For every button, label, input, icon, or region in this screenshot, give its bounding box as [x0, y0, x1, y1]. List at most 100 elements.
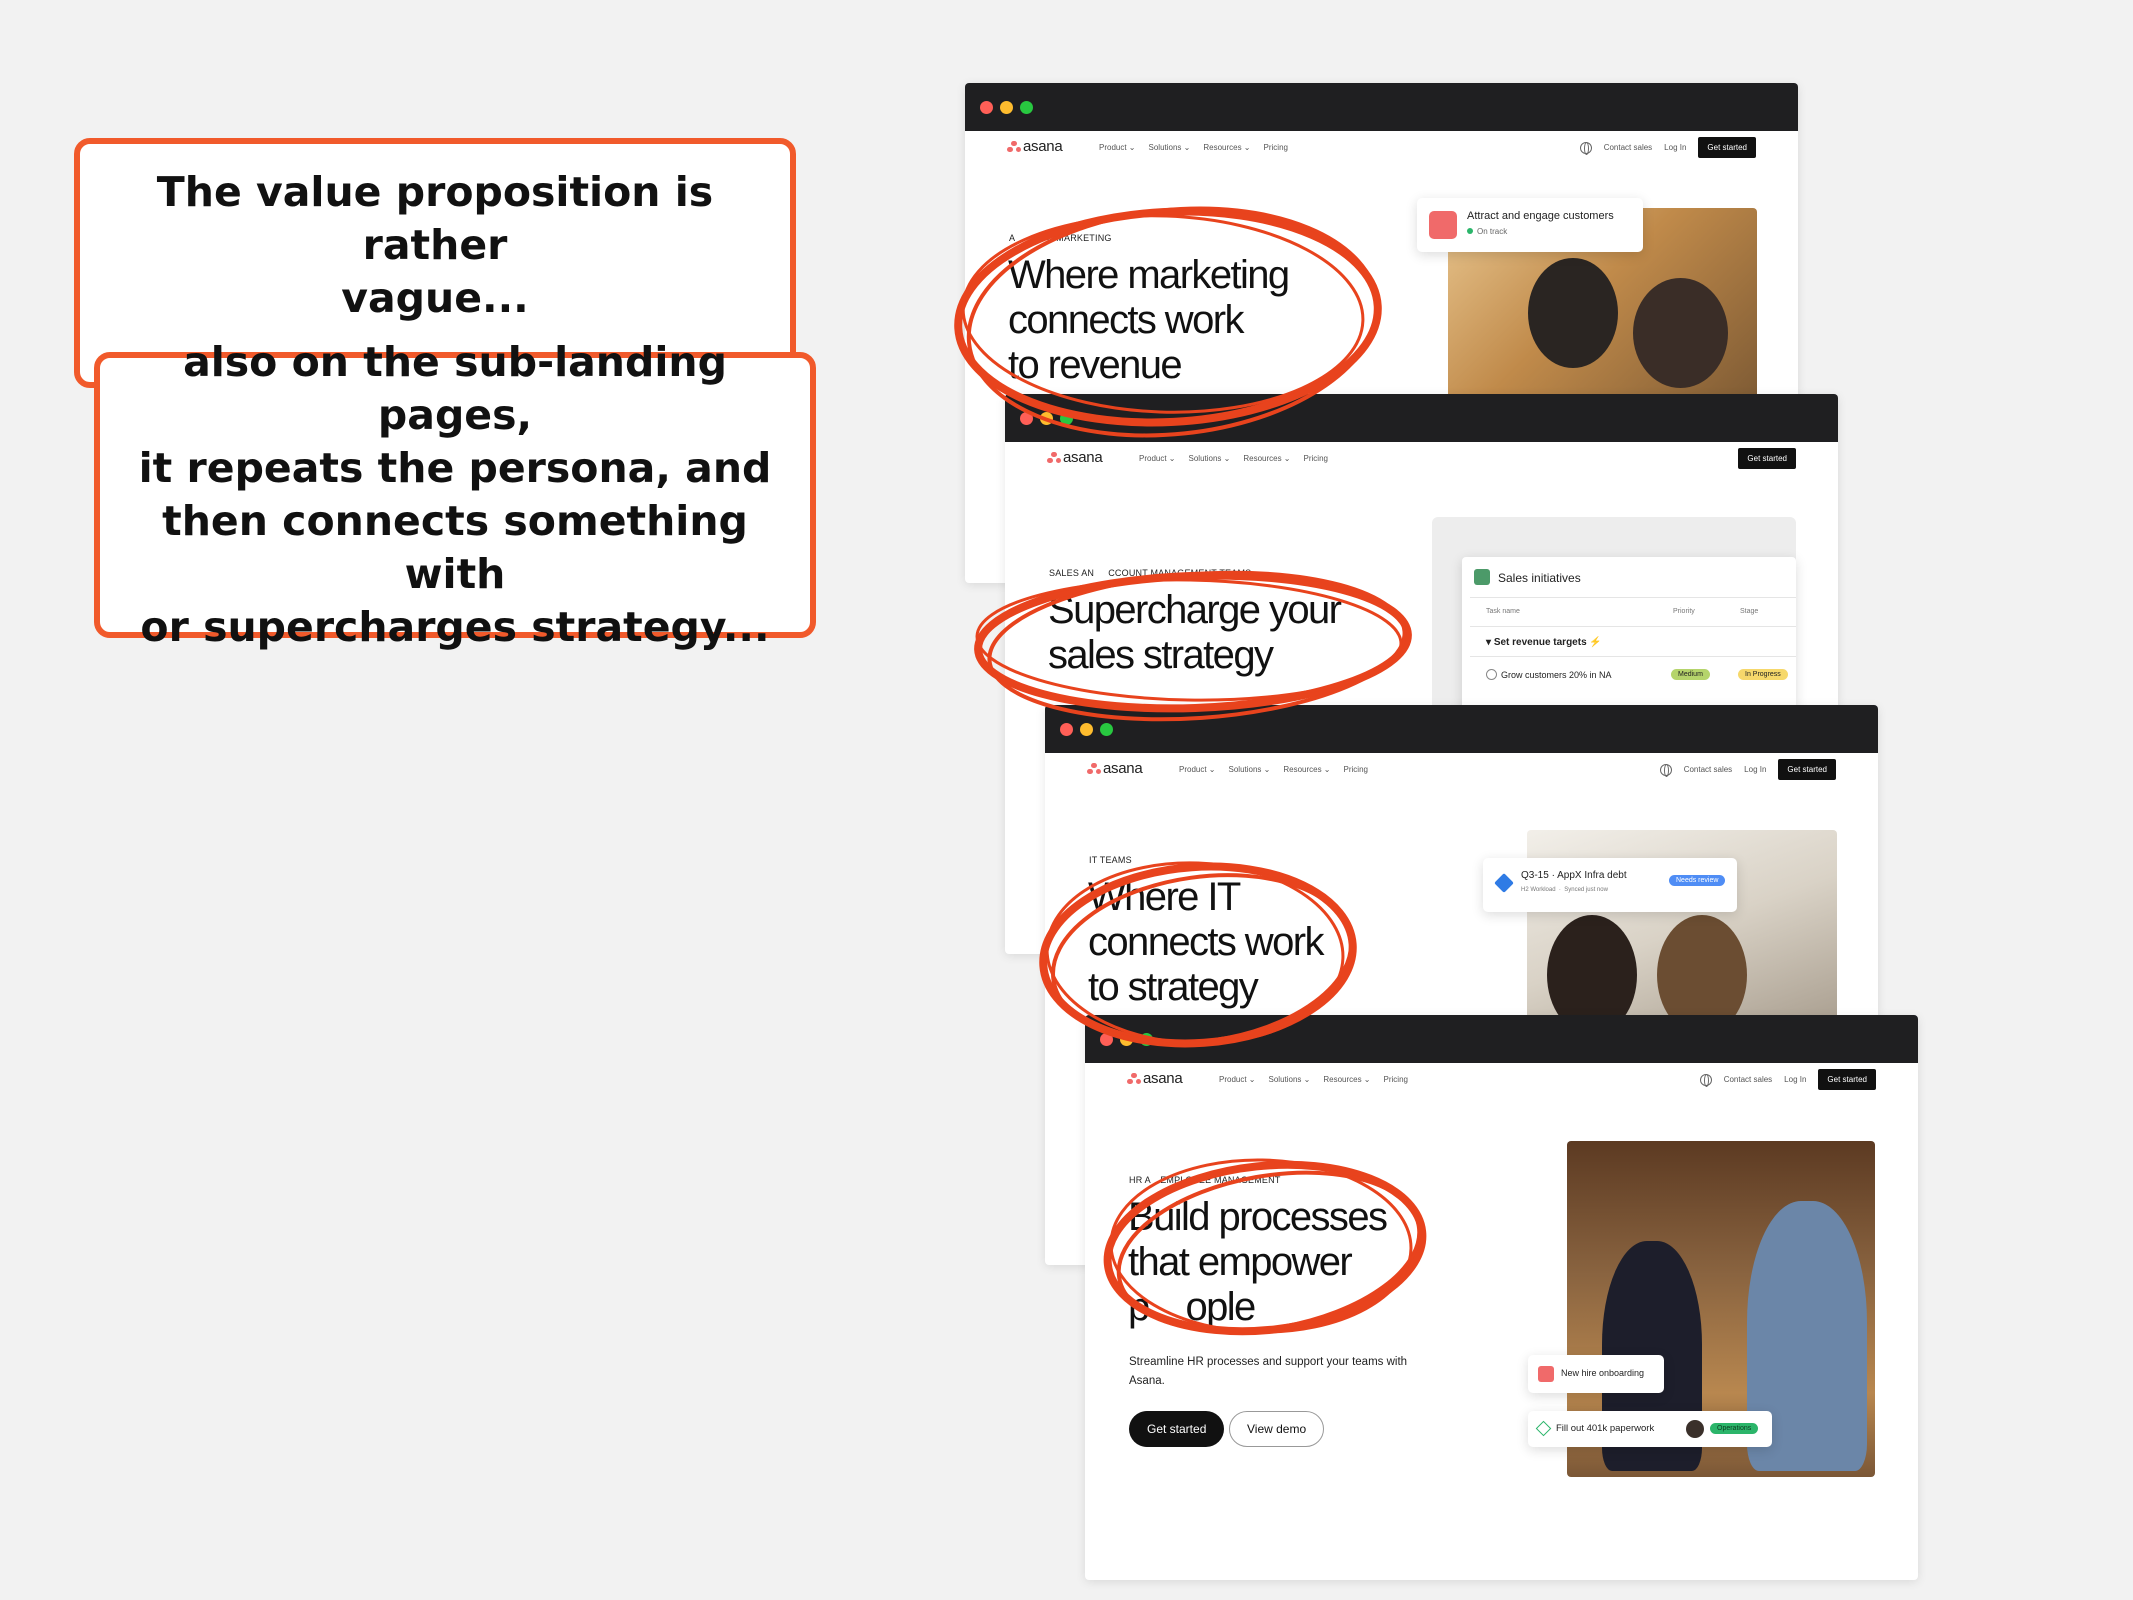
globe-icon[interactable]: [1579, 141, 1592, 155]
callout-line: it repeats the persona, and: [138, 444, 772, 492]
diamond-check-icon[interactable]: [1535, 1420, 1552, 1437]
divider: [1470, 597, 1796, 598]
card-title: Q3-15 · AppX Infra debt: [1521, 870, 1627, 881]
person-silhouette: [1547, 915, 1637, 1030]
headline-line: connects work: [1088, 920, 1324, 964]
column-header: Priority: [1673, 608, 1695, 615]
asana-logo-icon: [1007, 140, 1021, 153]
get-started-button[interactable]: Get started: [1698, 137, 1756, 158]
eyebrow: IT TEAMS: [1089, 855, 1132, 865]
cta-get-started-button[interactable]: Get started: [1129, 1411, 1225, 1447]
close-dot-icon[interactable]: [980, 101, 993, 114]
minimize-dot-icon[interactable]: [1000, 101, 1013, 114]
jira-card: Q3-15 · AppX Infra debt H2 Workload · Sy…: [1483, 858, 1737, 912]
close-dot-icon[interactable]: [1100, 1033, 1113, 1046]
contact-sales-link[interactable]: Contact sales: [1724, 1075, 1772, 1084]
nav-solutions[interactable]: Solutions ⌄: [1149, 143, 1191, 152]
asana-logo[interactable]: asana: [1047, 449, 1103, 466]
get-started-button[interactable]: Get started: [1778, 759, 1836, 780]
browser-window-hr: asana Product ⌄ Solutions ⌄ Resources ⌄ …: [1085, 1015, 1918, 1580]
chevron-down-icon[interactable]: ▾: [1486, 637, 1494, 648]
maximize-dot-icon[interactable]: [1020, 101, 1033, 114]
nav-solutions[interactable]: Solutions ⌄: [1189, 454, 1231, 463]
eyebrow: HR A EMPLOYEE MANAGEMENT: [1129, 1175, 1281, 1185]
maximize-dot-icon[interactable]: [1140, 1033, 1153, 1046]
minimize-dot-icon[interactable]: [1040, 412, 1053, 425]
nav-product[interactable]: Product ⌄: [1219, 1075, 1256, 1084]
asana-logo-icon: [1087, 762, 1101, 775]
asana-logo[interactable]: asana: [1007, 138, 1063, 155]
nav-solutions[interactable]: Solutions ⌄: [1229, 765, 1271, 774]
status-dot-icon: [1467, 228, 1473, 234]
brand-name: asana: [1143, 1070, 1183, 1087]
headline-line: connects work: [1008, 298, 1244, 342]
nav-resources[interactable]: Resources ⌄: [1243, 454, 1290, 463]
log-in-link[interactable]: Log In: [1784, 1075, 1806, 1084]
nav-pricing[interactable]: Pricing: [1344, 765, 1368, 774]
close-dot-icon[interactable]: [1060, 723, 1073, 736]
avatar: [1686, 1420, 1704, 1438]
asana-logo[interactable]: asana: [1127, 1070, 1183, 1087]
task-label: Fill out 401k paperwork: [1556, 1423, 1655, 1434]
card-meta: Synced just now: [1564, 887, 1608, 893]
minimize-dot-icon[interactable]: [1120, 1033, 1133, 1046]
asana-logo-icon: [1127, 1072, 1141, 1085]
callout-sub-landing: also on the sub-landing pages, it repeat…: [94, 338, 816, 651]
subtext-line: Asana.: [1129, 1375, 1165, 1387]
nav-pricing[interactable]: Pricing: [1304, 454, 1328, 463]
person-silhouette: [1528, 258, 1618, 368]
divider: [1470, 656, 1796, 657]
nav-menu: Product ⌄ Solutions ⌄ Resources ⌄ Pricin…: [1139, 454, 1328, 463]
callout-line: The value proposition is rather: [156, 167, 714, 269]
close-dot-icon[interactable]: [1020, 412, 1033, 425]
task-card: Fill out 401k paperwork Operations: [1528, 1411, 1772, 1447]
globe-icon[interactable]: [1659, 763, 1672, 777]
nav-solutions[interactable]: Solutions ⌄: [1269, 1075, 1311, 1084]
nav-resources[interactable]: Resources ⌄: [1283, 765, 1330, 774]
maximize-dot-icon[interactable]: [1100, 723, 1113, 736]
log-in-link[interactable]: Log In: [1664, 143, 1686, 152]
task-name[interactable]: Grow customers 20% in NA: [1501, 670, 1612, 680]
headline-line: Build processes: [1128, 1195, 1388, 1239]
nav-resources[interactable]: Resources ⌄: [1203, 143, 1250, 152]
headline-line: to revenue: [1008, 343, 1183, 387]
nav-menu: Product ⌄ Solutions ⌄ Resources ⌄ Pricin…: [1179, 765, 1368, 774]
contact-sales-link[interactable]: Contact sales: [1604, 143, 1652, 152]
panel-title: Sales initiatives: [1498, 571, 1581, 585]
globe-icon[interactable]: [1699, 1073, 1712, 1087]
nav-resources[interactable]: Resources ⌄: [1323, 1075, 1370, 1084]
nav-product[interactable]: Product ⌄: [1179, 765, 1216, 774]
page-headline: Where marketing connects work to revenue: [1008, 253, 1290, 388]
brand-name: asana: [1023, 138, 1063, 155]
minimize-dot-icon[interactable]: [1080, 723, 1093, 736]
check-circle-icon[interactable]: [1486, 669, 1497, 680]
nav-right: Contact sales Log In Get started: [1699, 1069, 1876, 1090]
view-demo-button[interactable]: View demo: [1229, 1411, 1325, 1447]
nav-product[interactable]: Product ⌄: [1099, 143, 1136, 152]
stage-pill: In Progress: [1738, 669, 1788, 680]
project-icon: [1474, 569, 1490, 585]
nav-product[interactable]: Product ⌄: [1139, 454, 1176, 463]
operations-tag: Operations: [1710, 1423, 1759, 1434]
maximize-dot-icon[interactable]: [1060, 412, 1073, 425]
page-headline: Where IT connects work to strategy: [1088, 875, 1324, 1010]
eyebrow: A FOR MARKETING: [1009, 233, 1112, 243]
card-status: On track: [1477, 227, 1508, 236]
page-headline: Build processes that empower p ople: [1128, 1195, 1388, 1330]
contact-sales-link[interactable]: Contact sales: [1684, 765, 1732, 774]
divider: [1470, 626, 1796, 627]
card-meta: H2 Workload: [1521, 887, 1556, 893]
nav-pricing[interactable]: Pricing: [1264, 143, 1288, 152]
nav-pricing[interactable]: Pricing: [1384, 1075, 1408, 1084]
log-in-link[interactable]: Log In: [1744, 765, 1766, 774]
brand-name: asana: [1063, 449, 1103, 466]
get-started-button[interactable]: Get started: [1818, 1069, 1876, 1090]
hero-subtext: Streamline HR processes and support your…: [1129, 1353, 1407, 1391]
site-nav: asana Product ⌄ Solutions ⌄ Resources ⌄ …: [1045, 753, 1878, 789]
needs-review-badge: Needs review: [1669, 875, 1726, 886]
get-started-button[interactable]: Get started: [1738, 448, 1796, 469]
asana-logo[interactable]: asana: [1087, 760, 1143, 777]
nav-right: Get started: [1738, 448, 1796, 469]
site-nav: asana Product ⌄ Solutions ⌄ Resources ⌄ …: [1085, 1063, 1918, 1099]
browser-chrome: [1085, 1015, 1918, 1063]
